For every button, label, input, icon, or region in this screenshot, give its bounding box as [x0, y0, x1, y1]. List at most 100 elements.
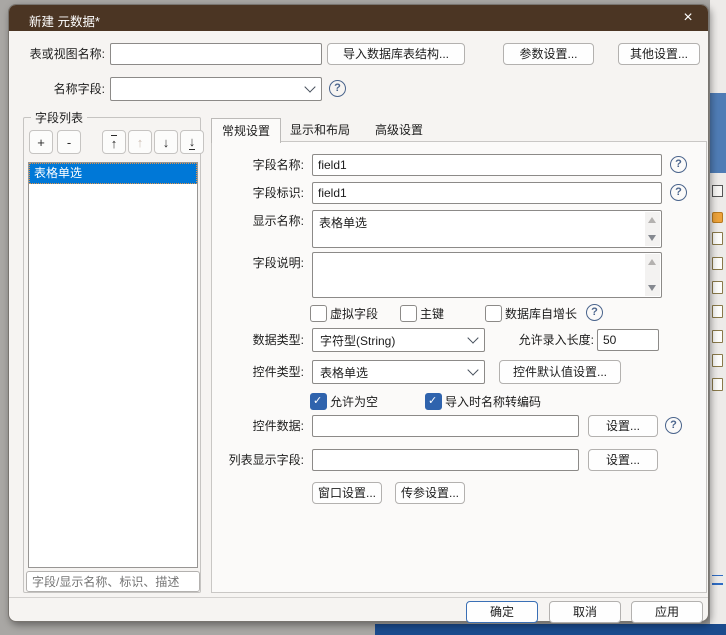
background-link-text: [712, 575, 723, 585]
table-name-input[interactable]: [110, 43, 322, 65]
list-display-settings-button[interactable]: 设置...: [588, 449, 658, 471]
primary-key-checkbox[interactable]: 主键: [400, 305, 444, 322]
document-icon: [712, 281, 723, 294]
import-name-encode-checkbox[interactable]: 导入时名称转编码: [425, 393, 541, 410]
move-bottom-button[interactable]: ↓: [180, 130, 204, 154]
help-icon[interactable]: ?: [586, 304, 603, 321]
move-top-icon: ↑: [110, 134, 118, 151]
add-field-button[interactable]: +: [29, 130, 53, 154]
ok-button[interactable]: 确定: [466, 601, 538, 623]
param-pass-settings-button[interactable]: 传参设置...: [395, 482, 465, 504]
background-blue-band: [710, 93, 726, 173]
list-display-input[interactable]: [312, 449, 579, 471]
cancel-button[interactable]: 取消: [549, 601, 621, 623]
dialog-title: 新建 元数据*: [29, 15, 100, 29]
control-type-label: 控件类型:: [252, 365, 304, 379]
remove-field-button[interactable]: -: [57, 130, 81, 154]
control-data-label: 控件数据:: [252, 419, 304, 433]
checkbox-label: 允许为空: [330, 395, 379, 409]
scroll-down-icon[interactable]: [648, 235, 656, 241]
scrollbar[interactable]: [645, 254, 660, 296]
field-listbox: 表格单选: [28, 162, 198, 568]
data-type-label: 数据类型:: [252, 333, 304, 347]
background-glyph-icon: [712, 185, 723, 197]
move-up-button[interactable]: ↑: [128, 130, 152, 154]
field-name-input[interactable]: [312, 154, 662, 176]
close-icon[interactable]: ×: [678, 8, 698, 28]
move-top-button[interactable]: ↑: [102, 130, 126, 154]
chevron-down-icon: [467, 364, 479, 376]
help-icon[interactable]: ?: [670, 184, 687, 201]
taskbar[interactable]: [375, 624, 726, 635]
scrollbar[interactable]: [645, 212, 660, 246]
field-list-group: 字段列表 + - ↑ ↑ ↓ ↓ 表格单选: [23, 109, 204, 593]
tab-advanced-settings[interactable]: 高级设置: [365, 118, 433, 142]
control-type-combobox[interactable]: 表格单选: [312, 360, 485, 384]
document-icon: [712, 378, 723, 391]
input-length-input[interactable]: [597, 329, 659, 351]
document-icon: [712, 257, 723, 270]
footer-divider: [9, 597, 708, 598]
display-name-value: 表格单选: [319, 216, 368, 230]
dialog-new-metadata: 新建 元数据* × 表或视图名称: 导入数据库表结构... 参数设置... 其他…: [8, 4, 709, 623]
scroll-down-icon[interactable]: [648, 285, 656, 291]
display-name-textarea[interactable]: 表格单选: [312, 210, 662, 248]
field-id-label: 字段标识:: [252, 186, 304, 200]
document-icon: [712, 354, 723, 367]
desktop-background: 新建 元数据* × 表或视图名称: 导入数据库表结构... 参数设置... 其他…: [0, 0, 726, 635]
field-desc-textarea[interactable]: [312, 252, 662, 298]
list-display-label: 列表显示字段:: [228, 453, 304, 467]
import-structure-button[interactable]: 导入数据库表结构...: [327, 43, 465, 65]
other-settings-button[interactable]: 其他设置...: [618, 43, 700, 65]
lock-icon: [712, 212, 723, 223]
document-icon: [712, 330, 723, 343]
checkbox-label: 虚拟字段: [330, 307, 379, 321]
chevron-down-icon: [304, 81, 316, 93]
allow-empty-checkbox[interactable]: 允许为空: [310, 393, 378, 410]
list-item[interactable]: 表格单选: [29, 163, 197, 184]
apply-button[interactable]: 应用: [631, 601, 703, 623]
auto-increment-checkbox[interactable]: 数据库自增长: [485, 305, 577, 322]
table-name-label: 表或视图名称:: [29, 47, 105, 61]
field-id-input[interactable]: [312, 182, 662, 204]
input-length-label: 允许录入长度:: [518, 333, 594, 347]
dialog-titlebar: 新建 元数据* ×: [9, 5, 708, 31]
move-down-button[interactable]: ↓: [154, 130, 178, 154]
checkbox-checked-icon: [310, 393, 327, 410]
virtual-field-checkbox[interactable]: 虚拟字段: [310, 305, 378, 322]
tab-display-layout[interactable]: 显示和布局: [280, 118, 360, 142]
general-settings-panel: 字段名称: ? 字段标识: ? 显示名称: 表格单选 字段说明:: [211, 141, 707, 593]
control-type-value: 表格单选: [320, 365, 369, 380]
checkbox-icon: [400, 305, 417, 322]
document-icon: [712, 232, 723, 245]
help-icon[interactable]: ?: [670, 156, 687, 173]
name-field-combobox[interactable]: [110, 77, 322, 101]
name-field-label: 名称字段:: [53, 82, 105, 96]
param-settings-button[interactable]: 参数设置...: [503, 43, 594, 65]
data-type-combobox[interactable]: 字符型(String): [312, 328, 485, 352]
checkbox-icon: [485, 305, 502, 322]
data-type-value: 字符型(String): [320, 333, 396, 348]
scroll-up-icon[interactable]: [648, 259, 656, 265]
checkbox-label: 导入时名称转编码: [445, 395, 542, 409]
field-name-label: 字段名称:: [252, 158, 304, 172]
control-data-settings-button[interactable]: 设置...: [588, 415, 658, 437]
display-name-label: 显示名称:: [252, 214, 304, 228]
field-search-input[interactable]: [26, 571, 200, 592]
tab-general-settings[interactable]: 常规设置: [211, 118, 282, 143]
control-default-button[interactable]: 控件默认值设置...: [499, 360, 621, 384]
checkbox-label: 数据库自增长: [505, 307, 578, 321]
document-icon: [712, 305, 723, 318]
chevron-down-icon: [467, 332, 479, 344]
control-data-input[interactable]: [312, 415, 579, 437]
window-settings-button[interactable]: 窗口设置...: [312, 482, 382, 504]
field-desc-label: 字段说明:: [252, 256, 304, 270]
help-icon[interactable]: ?: [329, 80, 346, 97]
help-icon[interactable]: ?: [665, 417, 682, 434]
checkbox-label: 主键: [420, 307, 445, 321]
checkbox-icon: [310, 305, 327, 322]
background-window-strip: [710, 0, 726, 635]
checkbox-checked-icon: [425, 393, 442, 410]
scroll-up-icon[interactable]: [648, 217, 656, 223]
field-list-title: 字段列表: [31, 109, 88, 126]
